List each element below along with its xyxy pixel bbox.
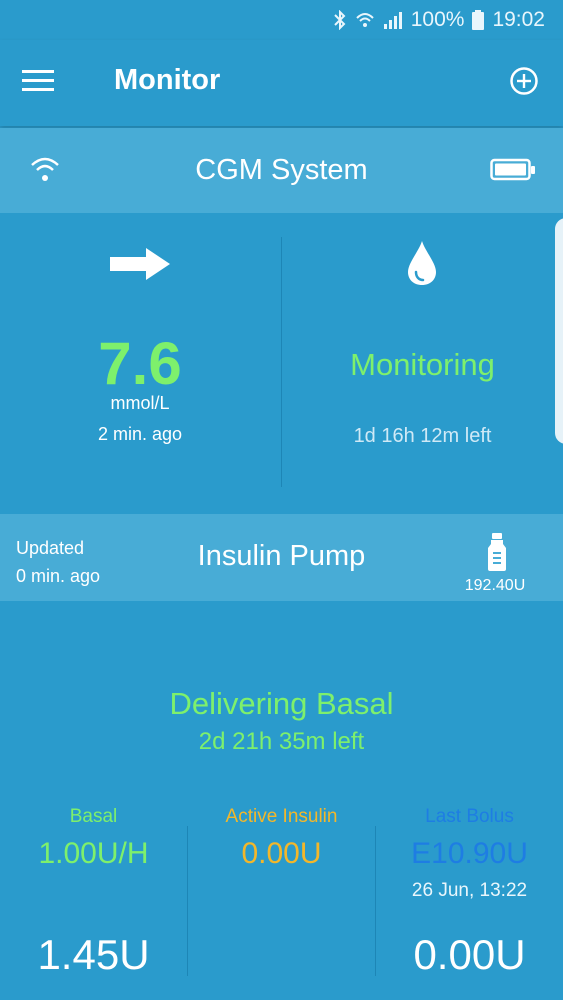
phone-battery-icon	[472, 10, 485, 30]
sensor-time-left: 1d 16h 12m left	[353, 425, 492, 447]
basal-rate: 1.00U/H	[38, 837, 149, 870]
pump-title: Insulin Pump	[197, 540, 366, 572]
last-bolus-total: 0.00U	[413, 931, 526, 978]
last-bolus-label: Last Bolus	[425, 806, 514, 827]
reservoir-units: 192.40U	[464, 577, 526, 594]
app-bar: Monitor	[0, 40, 563, 126]
insulin-vial-icon	[486, 532, 508, 577]
battery-percent: 100%	[410, 8, 465, 31]
side-drawer-handle[interactable]	[555, 218, 563, 444]
active-insulin-label: Active Insulin	[225, 806, 338, 827]
last-bolus-value: E10.90U	[411, 837, 528, 870]
trend-arrow-right-icon	[108, 247, 172, 286]
clock: 19:02	[492, 8, 545, 31]
cgm-header[interactable]: CGM System	[0, 128, 563, 213]
signal-icon	[383, 10, 403, 30]
glucose-value: 7.6	[98, 330, 182, 397]
basal-label: Basal	[69, 806, 118, 827]
cgm-panel: 7.6 mmol/L 2 min. ago Monitoring 1d 16h …	[0, 213, 563, 513]
add-circle-icon[interactable]	[509, 66, 539, 96]
basal-total: 1.45U	[37, 931, 150, 978]
pump-header[interactable]: Updated 0 min. ago Insulin Pump 192.40U	[0, 514, 563, 601]
battery-icon	[490, 158, 536, 187]
hamburger-menu-icon[interactable]	[22, 68, 54, 94]
glucose-updated-ago: 2 min. ago	[97, 424, 183, 444]
glucose-unit: mmol/L	[110, 393, 170, 413]
pump-panel: Delivering Basal 2d 21h 35m left Basal 1…	[0, 601, 563, 1000]
delivery-time-left: 2d 21h 35m left	[198, 728, 365, 755]
wifi-calling-icon	[355, 10, 375, 30]
last-bolus-date: 26 Jun, 13:22	[411, 880, 528, 901]
blood-drop-icon	[405, 239, 439, 292]
status-bar: 100% 19:02	[0, 0, 563, 40]
delivery-status: Delivering Basal	[169, 686, 394, 721]
sensor-status: Monitoring	[350, 347, 495, 382]
page-title: Monitor	[114, 64, 221, 96]
cgm-title: CGM System	[195, 154, 368, 186]
bluetooth-icon	[333, 10, 347, 30]
active-insulin-value: 0.00U	[241, 837, 322, 870]
